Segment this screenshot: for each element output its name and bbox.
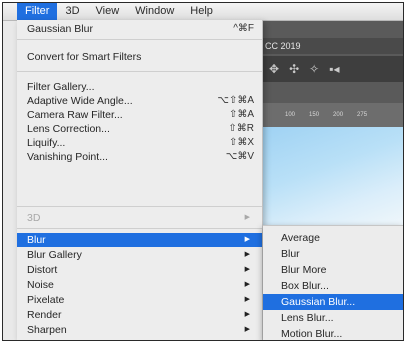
menu-item-lens-correction[interactable]: Lens Correction... ⇧⌘R xyxy=(17,122,262,136)
menu-item-pixelate[interactable]: Pixelate ▶ xyxy=(17,293,262,307)
submenu-item-label: Blur xyxy=(281,248,300,260)
menu-item-vanishing-point[interactable]: Vanishing Point... ⌥⌘V xyxy=(17,150,262,164)
menu-item-shortcut: ⇧⌘A xyxy=(228,109,254,120)
menu-separator xyxy=(17,206,262,207)
menu-item-shortcut: ^⌘F xyxy=(233,23,254,34)
menu-filter[interactable]: Filter xyxy=(17,3,58,20)
submenu-item-label: Motion Blur... xyxy=(281,328,343,340)
chevron-right-icon: ▶ xyxy=(244,251,250,258)
document-tab[interactable]: CC 2019 xyxy=(261,38,403,54)
menu-item-label: Distort xyxy=(27,264,58,276)
menu-item-render[interactable]: Render ▶ xyxy=(17,308,262,322)
menu-item-label: Sharpen xyxy=(27,324,67,336)
menu-item-blur[interactable]: Blur ▶ xyxy=(17,233,262,247)
submenu-item-blur-more[interactable]: Blur More xyxy=(263,262,403,278)
menu-item-shortcut: ⇧⌘R xyxy=(228,123,254,134)
submenu-item-label: Lens Blur... xyxy=(281,312,334,324)
blur-submenu: Average Blur Blur More Box Blur... Gauss… xyxy=(263,225,403,340)
menu-item-distort[interactable]: Distort ▶ xyxy=(17,263,262,277)
menu-separator xyxy=(17,228,262,229)
menu-item-blur-gallery[interactable]: Blur Gallery ▶ xyxy=(17,248,262,262)
menu-window[interactable]: Window xyxy=(127,3,182,20)
document-canvas[interactable] xyxy=(261,127,403,233)
menu-item-sharpen[interactable]: Sharpen ▶ xyxy=(17,323,262,337)
chevron-right-icon: ▶ xyxy=(244,296,250,303)
menu-item-shortcut: ⇧⌘X xyxy=(228,137,254,148)
menu-item-camera-raw-filter[interactable]: Camera Raw Filter... ⇧⌘A xyxy=(17,108,262,122)
submenu-item-label: Blur More xyxy=(281,264,327,276)
menu-3d[interactable]: 3D xyxy=(57,3,87,20)
menu-item-3d: 3D ▶ xyxy=(17,211,262,225)
menu-item-adaptive-wide-angle[interactable]: Adaptive Wide Angle... ⌥⇧⌘A xyxy=(17,94,262,108)
menu-item-label: Noise xyxy=(27,279,54,291)
menu-item-label: Blur Gallery xyxy=(27,249,82,261)
menu-view[interactable]: View xyxy=(88,3,128,20)
menu-separator xyxy=(17,39,262,40)
chevron-right-icon: ▶ xyxy=(244,214,250,221)
menu-item-filter-gallery[interactable]: Filter Gallery... xyxy=(17,80,262,94)
ruler-tick: 275 xyxy=(357,112,368,118)
menu-item-label: Camera Raw Filter... xyxy=(27,109,123,121)
chevron-right-icon: ▶ xyxy=(244,311,250,318)
menu-item-liquify[interactable]: Liquify... ⇧⌘X xyxy=(17,136,262,150)
menu-item-label: Render xyxy=(27,309,62,321)
submenu-item-box-blur[interactable]: Box Blur... xyxy=(263,278,403,294)
menu-item-shortcut: ⌥⌘V xyxy=(225,151,254,162)
menu-item-last-filter[interactable]: Gaussian Blur ^⌘F xyxy=(17,22,262,36)
menu-item-label: Blur xyxy=(27,234,46,246)
submenu-item-average[interactable]: Average xyxy=(263,230,403,246)
chevron-right-icon: ▶ xyxy=(244,266,250,273)
menu-item-label: Pixelate xyxy=(27,294,65,306)
ruler-tick: 200 xyxy=(333,112,344,118)
filter-menu: Gaussian Blur ^⌘F Convert for Smart Filt… xyxy=(17,20,263,340)
submenu-item-lens-blur[interactable]: Lens Blur... xyxy=(263,310,403,326)
menu-item-convert-smart-filters[interactable]: Convert for Smart Filters xyxy=(17,50,262,64)
ruler: 100 150 200 275 xyxy=(261,103,403,127)
menu-item-shortcut: ⌥⇧⌘A xyxy=(217,95,254,106)
submenu-item-label: Average xyxy=(281,232,320,244)
menu-item-label: Vanishing Point... xyxy=(27,151,108,163)
ruler-tick: 100 xyxy=(285,112,296,118)
submenu-item-blur[interactable]: Blur xyxy=(263,246,403,262)
chevron-right-icon: ▶ xyxy=(244,281,250,288)
menu-separator xyxy=(17,71,262,72)
menu-help[interactable]: Help xyxy=(182,3,221,20)
ruler-tick: 150 xyxy=(309,112,320,118)
zoom-icon[interactable]: ✣ xyxy=(289,62,299,76)
chevron-right-icon: ▶ xyxy=(244,236,250,243)
menu-item-label: 3D xyxy=(27,212,41,224)
menu-item-label: Lens Correction... xyxy=(27,123,110,135)
submenu-item-label: Box Blur... xyxy=(281,280,329,292)
menu-item-label: Liquify... xyxy=(27,137,66,149)
menu-item-label: Gaussian Blur xyxy=(27,23,93,35)
options-bar: ✥ ✣ ✧ ▪◂ xyxy=(261,56,403,82)
menu-bar: Filter 3D View Window Help xyxy=(3,3,403,21)
screenshot-frame: CC 2019 ✥ ✣ ✧ ▪◂ 100 150 200 275 Filter … xyxy=(2,2,404,341)
menu-item-label: Adaptive Wide Angle... xyxy=(27,95,133,107)
move-icon[interactable]: ✥ xyxy=(269,62,279,76)
menu-item-label: Filter Gallery... xyxy=(27,81,95,93)
menu-item-noise[interactable]: Noise ▶ xyxy=(17,278,262,292)
chevron-right-icon: ▶ xyxy=(244,326,250,333)
submenu-item-motion-blur[interactable]: Motion Blur... xyxy=(263,326,403,340)
camera-icon[interactable]: ▪◂ xyxy=(329,62,339,76)
submenu-item-gaussian-blur[interactable]: Gaussian Blur... xyxy=(263,294,403,310)
pan-icon[interactable]: ✧ xyxy=(309,62,319,76)
menu-item-label: Convert for Smart Filters xyxy=(27,51,142,63)
submenu-item-label: Gaussian Blur... xyxy=(281,296,356,308)
